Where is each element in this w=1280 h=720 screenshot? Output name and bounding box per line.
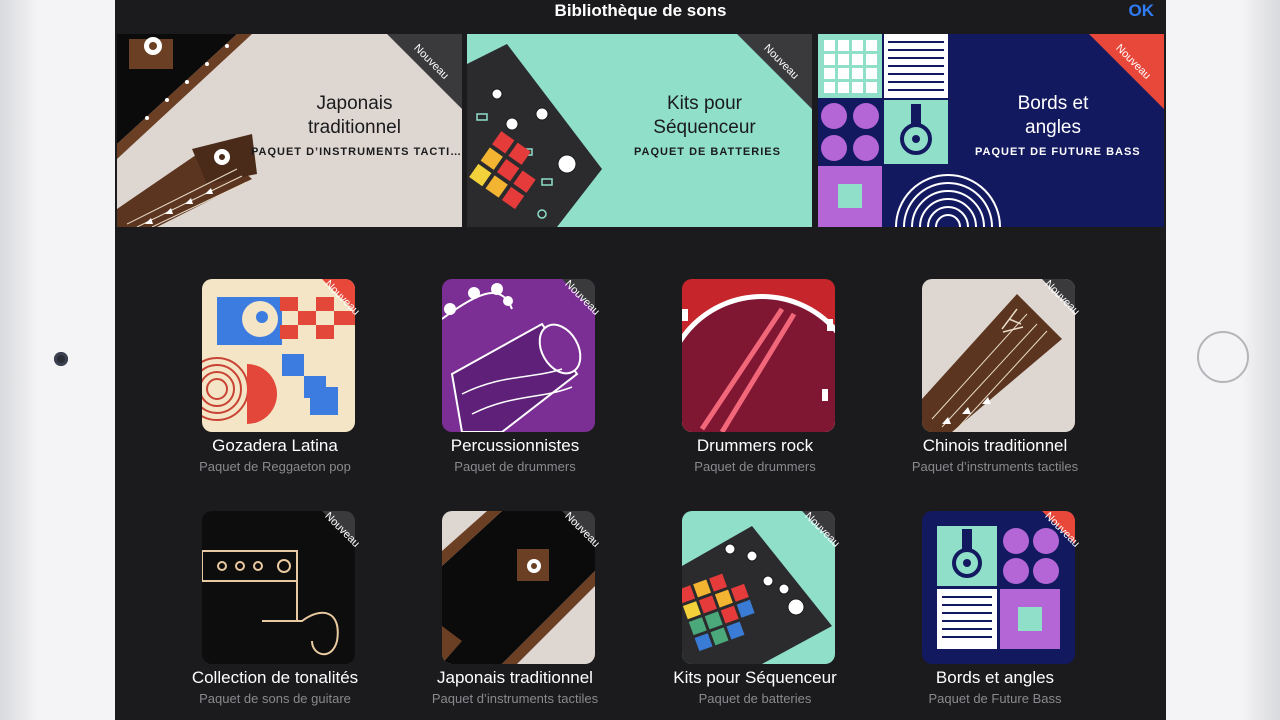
tile-subtitle: Paquet de sons de guitare bbox=[199, 691, 351, 706]
banner-bords-angles[interactable]: Nouveau Bords et angles PAQUET DE FUTURE… bbox=[818, 34, 1164, 227]
banner-title-line2: Séquenceur bbox=[653, 117, 756, 138]
tile-artwork bbox=[202, 279, 355, 432]
banner-title: Kits pour Séquenceur bbox=[617, 92, 792, 140]
banner-title-line2: angles bbox=[1025, 117, 1081, 138]
sound-library-screen: Bibliothèque de sons OK Nouveau Japonais… bbox=[115, 0, 1166, 720]
tile-artwork bbox=[682, 511, 835, 664]
banner-title-line1: Kits pour bbox=[667, 93, 742, 114]
tile-name: Bords et angles bbox=[935, 668, 1055, 687]
tile-name: Chinois traditionnel bbox=[922, 436, 1068, 455]
tile-subtitle: Paquet d’instruments tactiles bbox=[431, 691, 599, 706]
banner-title-line1: Bords et bbox=[1017, 93, 1089, 114]
tile-gozadera-latina[interactable]: Nouveau Gozadera Latina Paquet de Reggae… bbox=[155, 278, 395, 489]
banner-subtitle: PAQUET DE FUTURE BASS bbox=[975, 146, 1141, 158]
tile-bords-angles[interactable]: Nouveau Bords et angles Paquet de Future… bbox=[875, 510, 1115, 720]
page-title: Bibliothèque de sons bbox=[554, 1, 727, 20]
banner-title: Bords et angles bbox=[978, 92, 1128, 140]
tile-subtitle: Paquet de Future Bass bbox=[928, 691, 1062, 706]
banner-japonais-traditionnel[interactable]: Nouveau Japonais traditionnel PAQUET D’I… bbox=[117, 34, 462, 227]
banner-title-line1: Japonais bbox=[316, 93, 393, 114]
tile-subtitle: Paquet d’instruments tactiles bbox=[911, 459, 1079, 474]
banner-subtitle: PAQUET DE BATTERIES bbox=[634, 146, 781, 158]
tile-chinois-traditionnel[interactable]: Nouveau Chinois traditionnel Paquet d’in… bbox=[875, 278, 1115, 489]
tile-subtitle: Paquet de batteries bbox=[698, 691, 812, 706]
home-button[interactable] bbox=[1197, 331, 1249, 383]
tile-name: Gozadera Latina bbox=[212, 436, 338, 455]
tile-subtitle: Paquet de Reggaeton pop bbox=[199, 459, 351, 474]
banner-title: Japonais traditionnel bbox=[267, 92, 442, 140]
tile-japonais-traditionnel[interactable]: Nouveau Japonais traditionnel Paquet d’i… bbox=[395, 510, 635, 720]
tile-name: Drummers rock bbox=[696, 436, 814, 455]
tile-name: Percussionnistes bbox=[450, 436, 580, 455]
tile-name: Collection de tonalités bbox=[191, 668, 359, 687]
tile-artwork bbox=[922, 511, 1075, 664]
ok-button[interactable]: OK bbox=[1129, 1, 1155, 21]
nav-bar: Bibliothèque de sons OK bbox=[115, 0, 1166, 30]
tile-name: Japonais traditionnel bbox=[437, 668, 593, 687]
tile-kits-sequenceur[interactable]: Nouveau Kits pour Séquenceur Paquet de b… bbox=[635, 510, 875, 720]
tile-artwork bbox=[922, 279, 1075, 432]
tile-drummers-rock[interactable]: Drummers rock Paquet de drummers bbox=[635, 279, 875, 489]
banner-kits-sequenceur[interactable]: Nouveau Kits pour Séquenceur PAQUET DE B… bbox=[467, 34, 812, 227]
camera-icon bbox=[54, 352, 68, 366]
banner-title-line2: traditionnel bbox=[308, 117, 401, 138]
tile-artwork bbox=[442, 511, 595, 664]
tile-collection-tonalites[interactable]: Nouveau Collection de tonalités Paquet d… bbox=[155, 510, 395, 720]
banner-subtitle: PAQUET D’INSTRUMENTS TACTI… bbox=[251, 146, 462, 158]
tile-subtitle: Paquet de drummers bbox=[454, 459, 576, 474]
tile-artwork bbox=[682, 279, 835, 432]
tile-artwork bbox=[202, 511, 355, 664]
tile-percussionnistes[interactable]: Nouveau Percussionnistes Paquet de drumm… bbox=[395, 278, 635, 489]
tile-artwork bbox=[442, 279, 595, 432]
tile-subtitle: Paquet de drummers bbox=[694, 459, 816, 474]
tile-name: Kits pour Séquenceur bbox=[673, 668, 837, 687]
